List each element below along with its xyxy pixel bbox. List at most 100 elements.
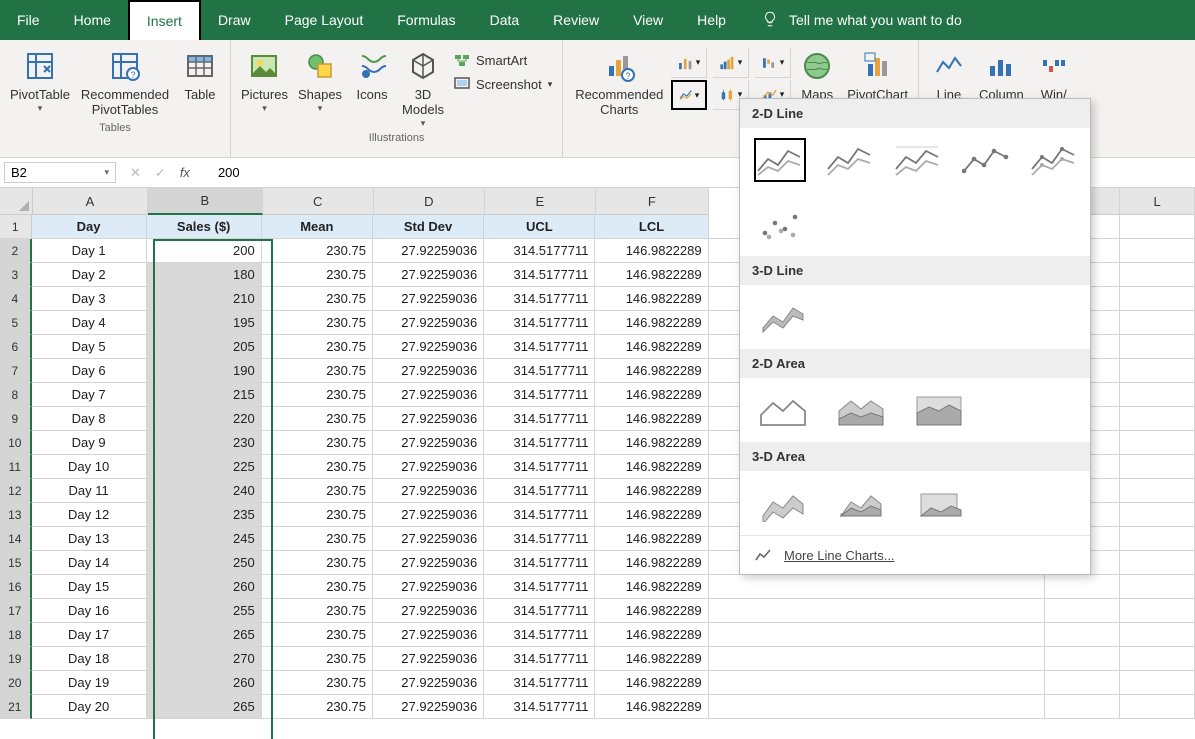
cell-C18[interactable]: 230.75 — [262, 623, 373, 647]
3d-models-button[interactable]: 3D Models▾ — [398, 44, 448, 130]
cell-B19[interactable]: 270 — [147, 647, 262, 671]
cell-C7[interactable]: 230.75 — [262, 359, 373, 383]
chart-column-button[interactable]: ▾ — [671, 48, 707, 78]
cell-E2[interactable]: 314.5177711 — [484, 239, 595, 263]
cell-C21[interactable]: 230.75 — [262, 695, 373, 719]
cell-A3[interactable]: Day 2 — [32, 263, 147, 287]
cell-E8[interactable]: 314.5177711 — [484, 383, 595, 407]
row-header-2[interactable]: 2 — [0, 239, 32, 263]
cell-D18[interactable]: 27.92259036 — [373, 623, 484, 647]
cell-A15[interactable]: Day 14 — [32, 551, 147, 575]
cell-A2[interactable]: Day 1 — [32, 239, 147, 263]
empty-cell[interactable] — [709, 647, 1045, 671]
cell-C15[interactable]: 230.75 — [262, 551, 373, 575]
cell-E18[interactable]: 314.5177711 — [484, 623, 595, 647]
cell-B15[interactable]: 250 — [147, 551, 262, 575]
tab-home[interactable]: Home — [57, 0, 128, 40]
cell-D3[interactable]: 27.92259036 — [373, 263, 484, 287]
empty-cell[interactable] — [1120, 215, 1195, 239]
cell-B10[interactable]: 230 — [147, 431, 262, 455]
area-chart-basic[interactable] — [754, 388, 812, 432]
empty-cell[interactable] — [1045, 695, 1120, 719]
screenshot-button[interactable]: Screenshot ▾ — [450, 74, 556, 94]
enter-icon[interactable]: ✓ — [155, 165, 166, 181]
cell-B11[interactable]: 225 — [147, 455, 262, 479]
cell-D14[interactable]: 27.92259036 — [373, 527, 484, 551]
cell-B17[interactable]: 255 — [147, 599, 262, 623]
cell-A4[interactable]: Day 3 — [32, 287, 147, 311]
empty-cell[interactable] — [1120, 407, 1195, 431]
cell-C17[interactable]: 230.75 — [262, 599, 373, 623]
shapes-button[interactable]: Shapes▾ — [294, 44, 346, 118]
cell-E7[interactable]: 314.5177711 — [484, 359, 595, 383]
cell-E21[interactable]: 314.5177711 — [484, 695, 595, 719]
cell-F9[interactable]: 146.9822289 — [595, 407, 708, 431]
empty-cell[interactable] — [1120, 671, 1195, 695]
cell-D20[interactable]: 27.92259036 — [373, 671, 484, 695]
tab-help[interactable]: Help — [680, 0, 743, 40]
cell-A19[interactable]: Day 18 — [32, 647, 147, 671]
cell-E11[interactable]: 314.5177711 — [484, 455, 595, 479]
cell-A9[interactable]: Day 8 — [32, 407, 147, 431]
cell-F10[interactable]: 146.9822289 — [595, 431, 708, 455]
header-cell[interactable]: UCL — [484, 215, 595, 239]
row-header-7[interactable]: 7 — [0, 359, 32, 383]
cell-D8[interactable]: 27.92259036 — [373, 383, 484, 407]
cell-A5[interactable]: Day 4 — [32, 311, 147, 335]
empty-cell[interactable] — [1045, 671, 1120, 695]
cell-E14[interactable]: 314.5177711 — [484, 527, 595, 551]
cell-D2[interactable]: 27.92259036 — [373, 239, 484, 263]
cell-E3[interactable]: 314.5177711 — [484, 263, 595, 287]
cell-F3[interactable]: 146.9822289 — [595, 263, 708, 287]
cell-F13[interactable]: 146.9822289 — [595, 503, 708, 527]
cell-D13[interactable]: 27.92259036 — [373, 503, 484, 527]
cell-E17[interactable]: 314.5177711 — [484, 599, 595, 623]
row-header-12[interactable]: 12 — [0, 479, 32, 503]
empty-cell[interactable] — [1120, 479, 1195, 503]
col-header-L[interactable]: L — [1120, 188, 1195, 215]
row-header-9[interactable]: 9 — [0, 407, 32, 431]
select-all-corner[interactable] — [0, 188, 33, 215]
tab-formulas[interactable]: Formulas — [380, 0, 472, 40]
header-cell[interactable]: Sales ($) — [147, 215, 262, 239]
empty-cell[interactable] — [709, 623, 1045, 647]
cell-E12[interactable]: 314.5177711 — [484, 479, 595, 503]
empty-cell[interactable] — [1120, 527, 1195, 551]
recommended-charts-button[interactable]: ? Recommended Charts — [569, 44, 669, 120]
row-header-20[interactable]: 20 — [0, 671, 32, 695]
chart-waterfall-button[interactable]: ▾ — [755, 48, 791, 78]
area-3d-basic[interactable] — [754, 481, 812, 525]
line-chart-basic[interactable] — [754, 138, 806, 182]
pivottable-button[interactable]: PivotTable▾ — [6, 44, 74, 118]
cell-E5[interactable]: 314.5177711 — [484, 311, 595, 335]
line-chart-markers[interactable] — [962, 138, 1010, 182]
cell-A18[interactable]: Day 17 — [32, 623, 147, 647]
cell-C4[interactable]: 230.75 — [262, 287, 373, 311]
empty-cell[interactable] — [1120, 383, 1195, 407]
tab-draw[interactable]: Draw — [201, 0, 268, 40]
cell-D6[interactable]: 27.92259036 — [373, 335, 484, 359]
cell-F8[interactable]: 146.9822289 — [595, 383, 708, 407]
row-header-1[interactable]: 1 — [0, 215, 32, 239]
cell-C14[interactable]: 230.75 — [262, 527, 373, 551]
smartart-button[interactable]: SmartArt — [450, 50, 556, 70]
empty-cell[interactable] — [1045, 623, 1120, 647]
cell-F2[interactable]: 146.9822289 — [595, 239, 708, 263]
cell-A11[interactable]: Day 10 — [32, 455, 147, 479]
row-header-13[interactable]: 13 — [0, 503, 32, 527]
cell-B2[interactable]: 200 — [147, 239, 262, 263]
empty-cell[interactable] — [1120, 431, 1195, 455]
cell-F11[interactable]: 146.9822289 — [595, 455, 708, 479]
empty-cell[interactable] — [1120, 575, 1195, 599]
empty-cell[interactable] — [1120, 311, 1195, 335]
col-header-A[interactable]: A — [33, 188, 148, 215]
cell-D17[interactable]: 27.92259036 — [373, 599, 484, 623]
cell-B14[interactable]: 245 — [147, 527, 262, 551]
cell-D12[interactable]: 27.92259036 — [373, 479, 484, 503]
cell-B8[interactable]: 215 — [147, 383, 262, 407]
cell-A20[interactable]: Day 19 — [32, 671, 147, 695]
row-header-15[interactable]: 15 — [0, 551, 32, 575]
cell-B6[interactable]: 205 — [147, 335, 262, 359]
col-header-F[interactable]: F — [596, 188, 709, 215]
cell-E15[interactable]: 314.5177711 — [484, 551, 595, 575]
